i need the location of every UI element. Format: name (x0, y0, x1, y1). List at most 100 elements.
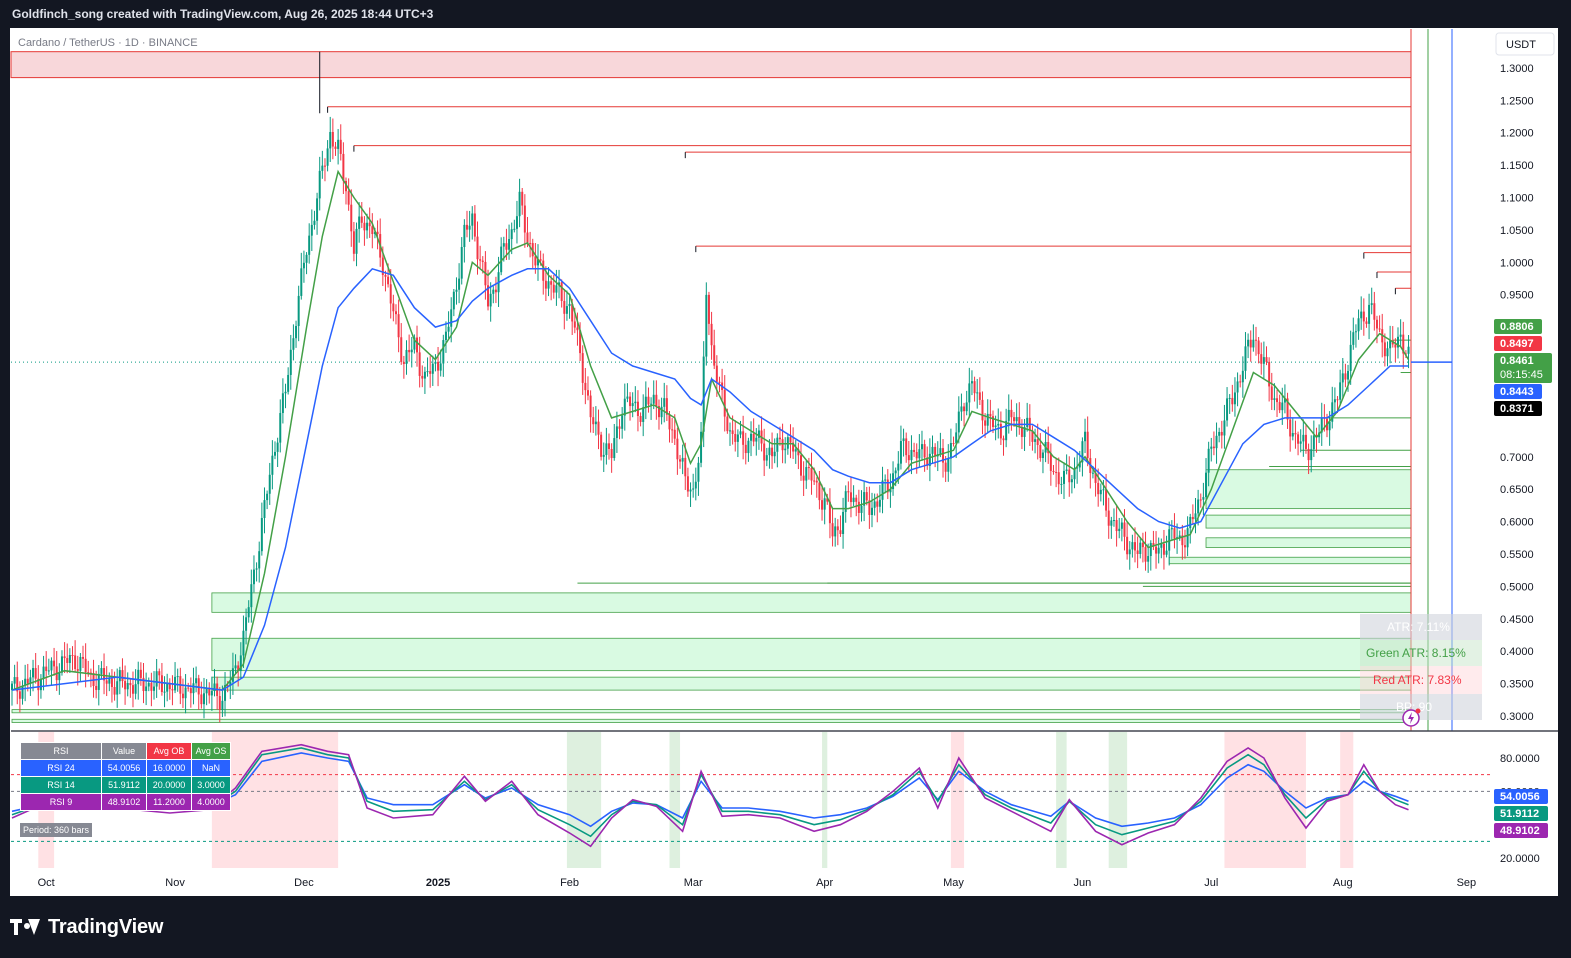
candle-body (836, 526, 839, 531)
candle-body (973, 381, 976, 394)
symbol-title[interactable]: Cardano / TetherUS · 1D · BINANCE (18, 37, 198, 49)
support-band (1205, 469, 1412, 510)
candle-body (53, 660, 56, 667)
candle-body (1084, 431, 1087, 442)
candle-body (58, 672, 61, 681)
currency-box[interactable]: USDT (1495, 32, 1555, 56)
candle-body (1365, 321, 1368, 324)
rsi-value: 48.9102 (101, 793, 147, 811)
candle-body (586, 390, 589, 396)
candle-body (82, 657, 85, 659)
candle-body (902, 438, 905, 442)
candle-body (1041, 452, 1044, 459)
candle-body (1241, 370, 1244, 383)
price-tick-label: 0.7000 (1500, 452, 1534, 464)
candle-body (1265, 357, 1268, 362)
price-tick-label: 1.1000 (1500, 193, 1534, 205)
candle-body (978, 392, 981, 400)
candle-body (560, 282, 563, 301)
candle-body (865, 492, 868, 501)
footer[interactable]: TradingView (10, 912, 163, 942)
candle-body (1018, 417, 1021, 427)
candle-body (1233, 392, 1236, 405)
candle-body (1205, 472, 1208, 498)
candle-body (821, 500, 824, 510)
candle-body (308, 235, 311, 255)
candle-body (305, 254, 308, 263)
candle-body (100, 668, 103, 674)
candle-body (266, 493, 269, 501)
candle-body (1336, 399, 1339, 401)
candle-body (918, 449, 921, 459)
candle-body (1291, 433, 1294, 437)
candle-body (410, 349, 413, 353)
candle-body (1276, 398, 1279, 403)
candle-body (97, 673, 100, 690)
candle-body (1134, 542, 1137, 551)
candle-body (694, 481, 697, 489)
candle-body (594, 421, 597, 425)
candle-body (465, 224, 468, 230)
alert-lightning-icon[interactable] (1402, 708, 1421, 727)
candle-body (284, 391, 287, 394)
rsi-avg-ob: 20.0000 (146, 776, 192, 794)
candle-body (331, 131, 334, 147)
candle-body (873, 501, 876, 508)
header-cell: RSI (20, 742, 102, 760)
candle-body (957, 411, 960, 433)
candle-body (1368, 304, 1371, 324)
candle-body (789, 437, 792, 443)
candle-body (1197, 499, 1200, 514)
candle-body (42, 666, 45, 679)
candle-body (505, 243, 508, 250)
atr-value: ATR: 7.11% (1387, 620, 1450, 634)
candle-body (313, 220, 316, 225)
candle-body (1002, 438, 1005, 441)
candle-body (153, 686, 156, 691)
candle-body (786, 437, 789, 449)
candle-body (337, 139, 340, 149)
candle-body (763, 443, 766, 461)
candle-body (255, 568, 258, 570)
candle-body (1112, 520, 1115, 522)
price-label-text: 0.8461 (1500, 355, 1534, 367)
candle-body (807, 467, 810, 469)
candle-body (1341, 373, 1344, 383)
rsi-name: RSI 9 (20, 793, 102, 811)
candle-body (944, 462, 947, 472)
candle-body (773, 451, 776, 457)
candle-body (989, 413, 992, 417)
candle-body (800, 455, 802, 476)
candle-body (847, 491, 850, 493)
candle-body (1110, 520, 1113, 526)
candle-body (697, 462, 700, 482)
candle-body (634, 401, 637, 404)
candle-body (1120, 522, 1123, 529)
candle-body (384, 275, 387, 277)
candle-body (376, 231, 379, 235)
period-label: Period: 360 bars (20, 823, 93, 837)
candle-body (1139, 542, 1142, 554)
candle-body (389, 284, 392, 304)
rsi-avg-ob: 16.0000 (146, 759, 192, 777)
candle-body (686, 476, 689, 492)
candle-body (815, 480, 818, 483)
candle-body (994, 425, 997, 427)
candle-body (1239, 381, 1242, 383)
chart-svg[interactable]: 80.000060.000020.0000 0.3000 0.3500 0.4000… (0, 0, 1571, 958)
candle-body (776, 437, 779, 452)
candle-body (1244, 346, 1247, 371)
candle-body (1310, 449, 1313, 461)
candle-body (1207, 448, 1210, 473)
candle-body (323, 165, 326, 167)
candle-body (1394, 344, 1397, 348)
candle-body (74, 655, 77, 669)
candle-body (1186, 528, 1189, 548)
candle-body (1060, 483, 1063, 485)
candle-body (479, 259, 482, 261)
candle-body (1304, 434, 1307, 449)
candle-body (160, 675, 163, 693)
candle-body (163, 691, 166, 693)
candle-body (118, 670, 121, 682)
candle-body (1097, 482, 1100, 495)
